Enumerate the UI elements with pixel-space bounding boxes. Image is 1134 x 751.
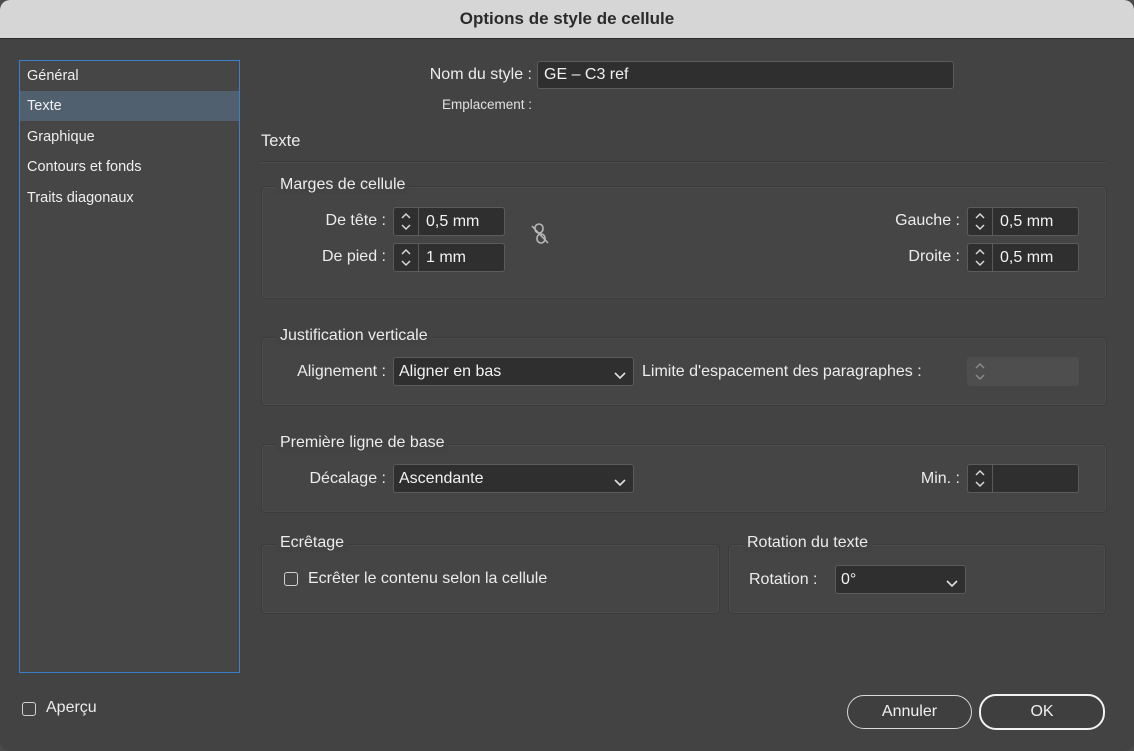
style-name-value: GE – C3 ref (544, 66, 629, 83)
stepper-arrows-icon[interactable] (968, 358, 993, 385)
margin-left-value: 0,5 mm (1000, 213, 1054, 230)
section-title: Texte (261, 132, 301, 150)
sidebar-item-text[interactable]: Texte (20, 91, 239, 121)
rotation-value: 0° (841, 571, 857, 588)
section-divider (261, 161, 1106, 163)
sidebar-item-strokes-fills[interactable]: Contours et fonds (20, 152, 239, 182)
alignment-value: Aligner en bas (399, 363, 502, 380)
margin-top-stepper[interactable]: 0,5 mm (393, 207, 505, 236)
min-label: Min. : (920, 470, 960, 487)
min-stepper[interactable] (967, 464, 1079, 493)
margin-bottom-stepper[interactable]: 1 mm (393, 243, 505, 272)
chevron-down-icon (946, 575, 958, 593)
clip-content-label[interactable]: Ecrêter le contenu selon la cellule (308, 570, 547, 588)
cell-margins-title: Marges de cellule (276, 176, 410, 194)
sidebar-item-graphic[interactable]: Graphique (20, 122, 239, 152)
chevron-down-icon (614, 474, 626, 492)
sidebar-item-diagonal-lines[interactable]: Traits diagonaux (20, 183, 239, 213)
stepper-arrows-icon[interactable] (968, 465, 993, 492)
dialog-window: Options de style de cellule Général Text… (0, 0, 1134, 751)
category-list: Général Texte Graphique Contours et fond… (19, 60, 240, 673)
alignment-select[interactable]: Aligner en bas (393, 357, 634, 386)
offset-label: Décalage : (309, 470, 387, 487)
stepper-arrows-icon[interactable] (968, 244, 993, 271)
style-name-label: Nom du style : (429, 66, 532, 83)
cancel-button[interactable]: Annuler (847, 695, 972, 729)
margin-right-stepper[interactable]: 0,5 mm (967, 243, 1079, 272)
offset-select[interactable]: Ascendante (393, 464, 634, 493)
paragraph-spacing-stepper[interactable] (967, 357, 1079, 386)
stepper-arrows-icon[interactable] (394, 244, 419, 271)
sidebar-item-general[interactable]: Général (20, 61, 239, 91)
margin-bottom-label: De pied : (321, 248, 386, 265)
margin-top-label: De tête : (325, 212, 386, 229)
style-name-input[interactable]: GE – C3 ref (537, 61, 954, 89)
clip-content-checkbox[interactable] (284, 572, 298, 586)
location-label: Emplacement : (441, 97, 532, 112)
margin-right-value: 0,5 mm (1000, 249, 1054, 266)
offset-value: Ascendante (399, 470, 484, 487)
stepper-arrows-icon[interactable] (968, 208, 993, 235)
clipping-title: Ecrêtage (276, 534, 349, 552)
margin-left-stepper[interactable]: 0,5 mm (967, 207, 1079, 236)
preview-checkbox[interactable] (22, 702, 36, 716)
preview-label[interactable]: Aperçu (46, 699, 97, 717)
chevron-down-icon (614, 367, 626, 385)
rotation-select[interactable]: 0° (835, 565, 966, 594)
margin-left-label: Gauche : (895, 212, 960, 229)
rotation-label: Rotation : (749, 571, 818, 588)
vertical-justification-title: Justification verticale (276, 327, 432, 345)
margin-bottom-value: 1 mm (426, 249, 466, 266)
text-rotation-title: Rotation du texte (743, 534, 872, 552)
margin-top-value: 0,5 mm (426, 213, 480, 230)
margin-right-label: Droite : (908, 248, 960, 265)
dialog-title: Options de style de cellule (0, 0, 1134, 39)
first-baseline-title: Première ligne de base (276, 434, 449, 452)
stepper-arrows-icon[interactable] (394, 208, 419, 235)
ok-button[interactable]: OK (979, 694, 1105, 730)
broken-link-icon[interactable] (529, 222, 551, 251)
alignment-label: Alignement : (297, 363, 386, 380)
paragraph-spacing-label: Limite d'espacement des paragraphes : (642, 363, 922, 380)
